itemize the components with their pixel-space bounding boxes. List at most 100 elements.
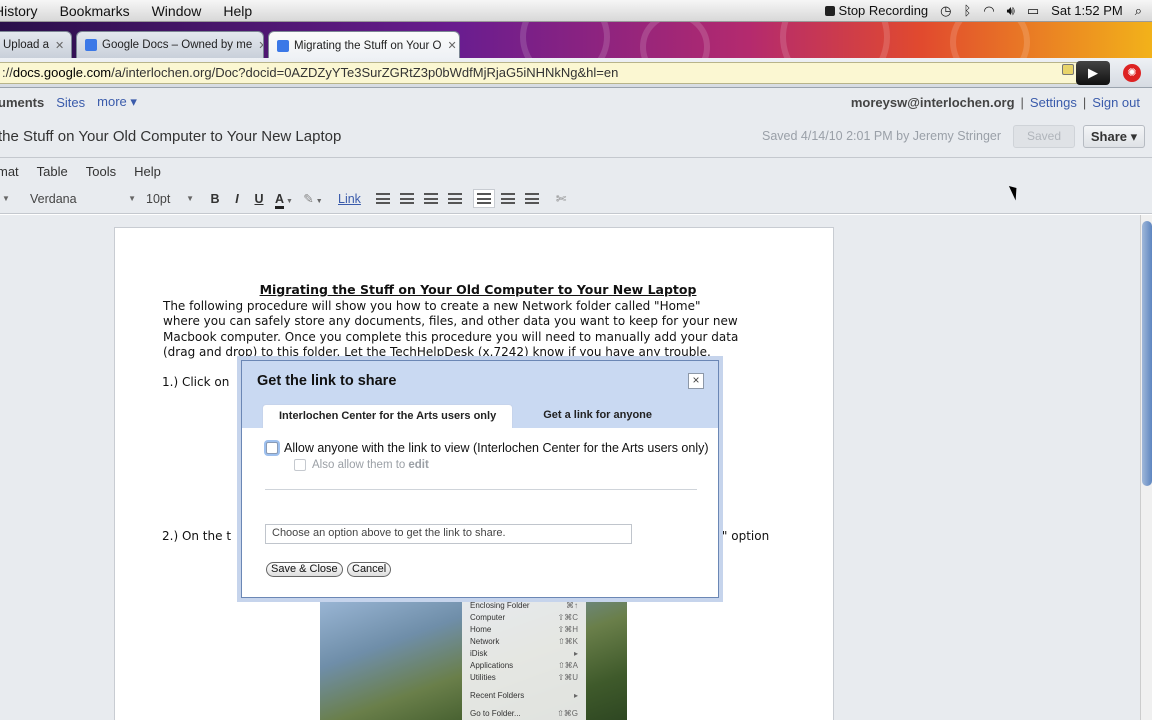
close-tab-icon[interactable]: ✕ [441, 39, 456, 52]
menu-bookmarks[interactable]: Bookmarks [49, 3, 141, 19]
size-value: 10pt [146, 191, 171, 206]
os-menu-bar: History Bookmarks Window Help Stop Recor… [0, 0, 1152, 22]
doc-title[interactable]: the Stuff on Your Old Computer to Your N… [0, 128, 341, 145]
divider [265, 489, 697, 490]
browser-tab-strip: Upload a✕ Google Docs – Owned by me✕ Mig… [0, 22, 1152, 58]
formatting-toolbar: ▼ Verdana ▼ 10pt ▼ B I U A ▼ ✎ ▼ Link ✄ [0, 184, 1152, 214]
menu-tools[interactable]: Tools [86, 164, 116, 179]
allow-edit-option: Also allow them to edit [294, 459, 429, 471]
menu-row-key: ▸ [573, 649, 578, 658]
menu-row: Computer ⇧⌘C [470, 612, 578, 624]
battery-icon[interactable]: ▭ [1027, 3, 1039, 19]
increase-indent-icon[interactable] [447, 193, 462, 204]
sign-out-link[interactable]: Sign out [1092, 95, 1140, 110]
url-prefix: :// [2, 65, 13, 80]
chevron-down-icon: ▼ [186, 194, 194, 203]
tab-label: Upload a [3, 39, 50, 51]
settings-link[interactable]: Settings [1030, 95, 1077, 110]
menu-window[interactable]: Window [141, 3, 213, 19]
menu-row-label: Home [470, 625, 492, 634]
doc-title-bar: the Stuff on Your Old Computer to Your N… [0, 116, 1152, 158]
cancel-button[interactable]: Cancel [347, 562, 392, 577]
menu-format[interactable]: mat [0, 164, 19, 179]
menu-row-label: Go to Folder... [470, 709, 521, 718]
close-icon[interactable]: × [688, 373, 704, 389]
url-path: /a/interlochen.org/Doc?docid=0AZDZyYTe3S… [111, 65, 619, 80]
saved-button: Saved [1013, 125, 1075, 148]
bulleted-list-icon[interactable] [399, 193, 414, 204]
extension-icon[interactable]: ✺ [1123, 64, 1141, 82]
wifi-icon[interactable]: ◠ [983, 3, 994, 19]
clock[interactable]: Sat 1:52 PM [1051, 3, 1123, 18]
stop-recording-button[interactable]: Stop Recording [824, 3, 929, 18]
align-center-icon[interactable] [500, 193, 515, 204]
align-left-icon[interactable] [473, 190, 494, 207]
tab-migrating[interactable]: Migrating the Stuff on Your O ✕ [268, 31, 460, 58]
clear-formatting-icon[interactable]: ✄ [550, 191, 572, 206]
menu-row: Go to Folder... ⇧⌘G [470, 708, 578, 720]
chevron-down-icon: ▼ [128, 194, 136, 203]
docs-favicon-icon [85, 39, 97, 51]
menu-help[interactable]: Help [212, 3, 263, 19]
share-button[interactable]: Share ▾ [1083, 125, 1145, 148]
highlight-button[interactable]: ✎ ▼ [298, 191, 328, 206]
tab-anyone[interactable]: Get a link for anyone [515, 404, 681, 428]
allow-view-checkbox[interactable] [266, 442, 278, 454]
divider: | [1020, 94, 1024, 110]
link-button[interactable]: Link [328, 192, 371, 206]
menu-row-key: ⇧⌘U [557, 673, 578, 682]
documents-link[interactable]: uments [0, 95, 44, 110]
embedded-screenshot[interactable]: Enclosing Folder ⌘↑ Computer ⇧⌘C Home ⇧⌘H N… [320, 598, 627, 720]
play-icon[interactable]: ▶ [1076, 61, 1110, 85]
saved-status: Saved 4/14/10 2:01 PM by Jeremy Stringer [762, 129, 1002, 143]
scrollbar-thumb[interactable] [1142, 221, 1152, 486]
share-link-field[interactable]: Choose an option above to get the link t… [265, 524, 632, 544]
allow-view-label: Allow anyone with the link to view (Inte… [284, 441, 709, 455]
finder-go-menu: Enclosing Folder ⌘↑ Computer ⇧⌘C Home ⇧⌘H N… [462, 598, 586, 720]
size-select[interactable]: 10pt ▼ [146, 192, 194, 206]
menu-row-label: Utilities [470, 673, 496, 682]
menu-row: iDisk ▸ [470, 648, 578, 660]
underline-button[interactable]: U [248, 192, 270, 206]
menu-row-label: Computer [470, 613, 506, 622]
bluetooth-icon[interactable]: ᛒ [964, 3, 972, 18]
more-link[interactable]: more ▾ [97, 94, 137, 110]
menu-history[interactable]: History [0, 3, 49, 19]
font-select[interactable]: Verdana ▼ [30, 192, 136, 206]
menu-table[interactable]: Table [37, 164, 68, 179]
time-machine-icon[interactable]: ◷ [940, 3, 951, 19]
doc-body[interactable]: Migrating the Stuff on Your Old Computer… [163, 282, 793, 361]
menu-row: Enclosing Folder ⌘↑ [470, 600, 578, 612]
decrease-indent-icon[interactable] [423, 193, 438, 204]
menu-row-label: Recent Folders [470, 691, 525, 700]
menu-row-key: ⇧⌘K [557, 637, 578, 646]
save-close-button[interactable]: Save & Close [266, 562, 343, 577]
allow-view-option[interactable]: Allow anyone with the link to view (Inte… [266, 441, 709, 455]
italic-button[interactable]: I [226, 192, 248, 206]
bold-button[interactable]: B [204, 192, 226, 206]
menu-help-docs[interactable]: Help [134, 164, 161, 179]
font-value: Verdana [30, 191, 77, 206]
docs-favicon-icon [277, 39, 289, 52]
url-field[interactable]: ://docs.google.com/a/interlochen.org/Doc… [0, 62, 1080, 84]
stop-recording-label: Stop Recording [838, 3, 929, 18]
close-tab-icon[interactable]: ✕ [49, 39, 64, 52]
step-2-text-end: r" option [717, 529, 770, 543]
numbered-list-icon[interactable] [375, 193, 390, 204]
sites-link[interactable]: Sites [56, 95, 85, 110]
align-right-icon[interactable] [524, 193, 539, 204]
text-color-button[interactable]: A ▼ [270, 191, 298, 209]
step-1-text: 1.) Click on [162, 375, 230, 389]
tab-org-users[interactable]: Interlochen Center for the Arts users on… [262, 404, 514, 428]
dialog-tabs: Interlochen Center for the Arts users on… [262, 404, 681, 428]
vertical-scrollbar[interactable] [1140, 215, 1152, 720]
lock-icon[interactable] [1062, 64, 1074, 75]
tab-upload[interactable]: Upload a ✕ [0, 31, 72, 58]
style-select[interactable]: ▼ [0, 194, 26, 203]
spotlight-icon[interactable]: ⌕ [1135, 3, 1142, 19]
close-tab-icon[interactable]: ✕ [252, 39, 263, 52]
menu-row-key: ▸ [573, 691, 578, 700]
tab-google-docs[interactable]: Google Docs – Owned by me✕ [76, 31, 264, 58]
menu-row-label: Network [470, 637, 500, 646]
volume-icon[interactable]: 🔊︎ [1007, 3, 1015, 19]
